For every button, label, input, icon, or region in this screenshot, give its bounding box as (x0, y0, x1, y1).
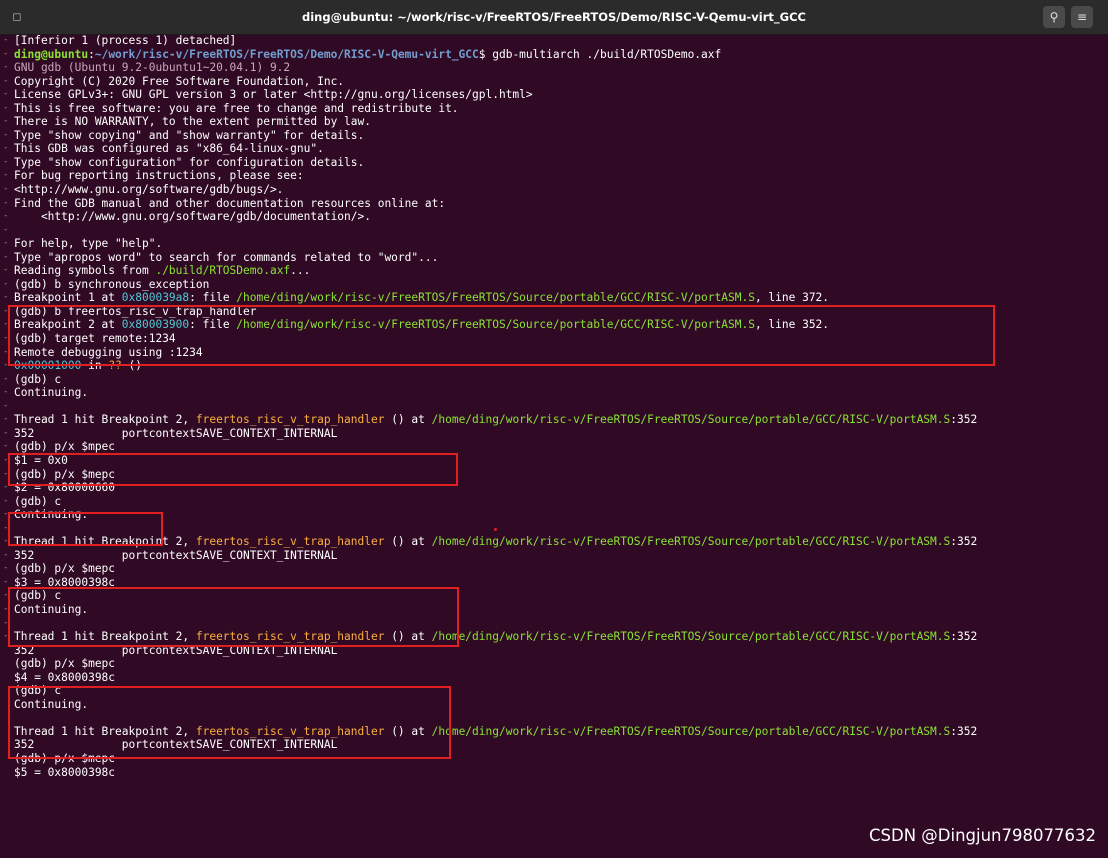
terminal-line: - This GDB was configured as "x86_64-linu… (3, 142, 324, 156)
menu-icon[interactable]: ≡ (1071, 6, 1093, 28)
terminal-line: $4 = 0x8000398c (14, 670, 116, 684)
terminal-line: - Type "apropos word" to search for comma… (3, 250, 439, 264)
highlight-box-hit-2 (8, 587, 459, 647)
breakpoint-hit-line: - Thread 1 hit Breakpoint 2, freertos_ris… (3, 413, 978, 427)
highlight-box-mepc-1 (8, 512, 163, 546)
terminal-line: -352 portcontextSAVE_CONTEXT_INTERNAL (3, 548, 338, 562)
terminal-line: $5 = 0x8000398c (14, 765, 116, 779)
terminal-line: - (3, 224, 9, 235)
gdb-command-line: - (gdb) p/x $mpec (3, 440, 116, 454)
highlight-box-hit-3 (8, 686, 451, 759)
terminal-line: - Continuing. (3, 508, 89, 522)
shell-prompt-line: - ding@ubuntu:~/work/risc-v/FreeRTOS/Free… (3, 47, 722, 61)
terminal-line: - For bug reporting instructions, please … (3, 169, 304, 183)
terminal-line: - (3, 522, 9, 533)
gdb-command-line: - (gdb) c (3, 372, 62, 386)
terminal-line: - Copyright (C) 2020 Free Software Founda… (3, 74, 345, 88)
terminal-line: - For help, type "help". (3, 237, 163, 251)
terminal-line: - [Inferior 1 (process 1) detached] (3, 34, 237, 47)
breakpoint-hit-line: - Thread 1 hit Breakpoint 2, freertos_ris… (3, 535, 978, 549)
search-icon[interactable]: ⚲ (1043, 6, 1065, 28)
red-dot (494, 528, 497, 531)
terminal-line: - <http://www.gnu.org/software/gdb/bugs/>… (3, 183, 284, 197)
gdb-command-line: - (gdb) b synchronous_exception (3, 277, 210, 291)
highlight-box-hit-1 (8, 453, 458, 486)
terminal-line: - (3, 400, 9, 411)
terminal-line: - Breakpoint 1 at 0x800039a8: file /home/… (3, 291, 830, 305)
terminal-line: - GNU gdb (Ubuntu 9.2-0ubuntu1~20.04.1) 9… (3, 61, 291, 75)
terminal-line: - Type "show copying" and "show warranty"… (3, 128, 365, 142)
terminal-line: - There is NO WARRANTY, to the extent per… (3, 115, 371, 129)
watermark: CSDN @Dingjun798077632 (869, 826, 1096, 845)
terminal-line: - Continuing. (3, 386, 89, 400)
window-title: ding@ubuntu: ~/work/risc-v/FreeRTOS/Free… (302, 10, 806, 24)
terminal-line: - License GPLv3+: GNU GPL version 3 or la… (3, 88, 533, 102)
title-bar: ◻ ding@ubuntu: ~/work/risc-v/FreeRTOS/Fr… (0, 0, 1108, 35)
terminal-line: - <http://www.gnu.org/software/gdb/docum… (3, 210, 371, 224)
highlight-box-breakpoints (8, 305, 995, 366)
terminal-line: -352 portcontextSAVE_CONTEXT_INTERNAL (3, 426, 338, 440)
gdb-command-line: - (gdb) p/x $mepc (3, 562, 116, 576)
terminal-line: - Reading symbols from ./build/RTOSDemo.a… (3, 264, 311, 278)
terminal-line: - Type "show configuration" for configura… (3, 155, 365, 169)
terminal-line: - Find the GDB manual and other documenta… (3, 196, 446, 210)
terminal-line: - This is free software: you are free to … (3, 101, 459, 115)
gdb-command-line: - (gdb) c (3, 494, 62, 508)
gdb-command-line: (gdb) p/x $mepc (14, 657, 116, 671)
